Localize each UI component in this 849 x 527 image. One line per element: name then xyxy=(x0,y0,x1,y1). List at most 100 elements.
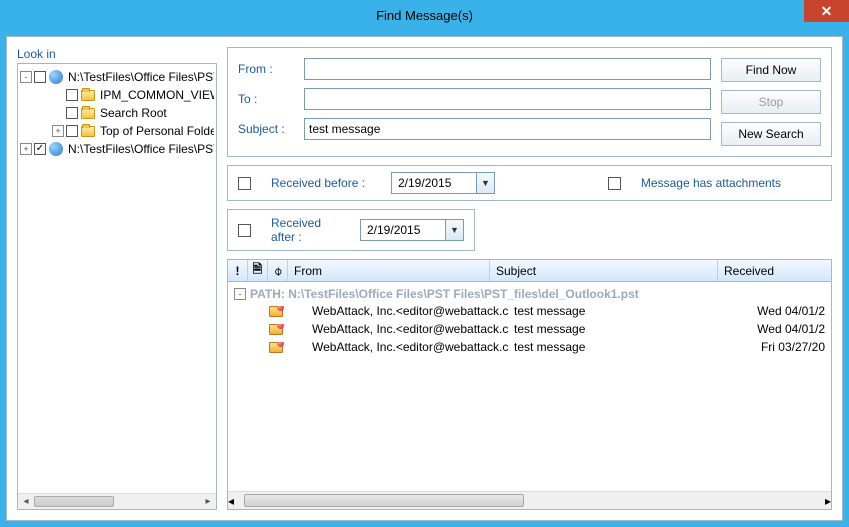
col-subject[interactable]: Subject xyxy=(490,260,718,281)
results-path-row[interactable]: - PATH: N:\TestFiles\Office Files\PST Fi… xyxy=(228,282,831,302)
expand-icon[interactable]: + xyxy=(20,143,32,155)
mail-icon xyxy=(269,306,283,317)
look-in-label: Look in xyxy=(17,47,217,61)
subject-input[interactable] xyxy=(304,118,711,140)
type-cell xyxy=(266,306,286,317)
titlebar: Find Message(s) ✕ xyxy=(0,0,849,30)
window-title: Find Message(s) xyxy=(0,8,849,23)
results-hscrollbar[interactable]: ◂ ▸ xyxy=(228,491,831,509)
scroll-right-icon[interactable]: ▸ xyxy=(200,494,216,510)
collapse-icon[interactable]: - xyxy=(20,71,32,83)
subject-cell: test message xyxy=(508,322,736,336)
result-row[interactable]: WebAttack, Inc.<editor@webattack.c... te… xyxy=(228,338,831,356)
received-cell: Wed 04/01/2 xyxy=(736,304,831,318)
from-cell: WebAttack, Inc.<editor@webattack.c... xyxy=(306,340,508,354)
tree-node[interactable]: Search Root xyxy=(20,104,214,122)
received-after-group: Received after : 2/19/2015 ▼ xyxy=(227,209,475,251)
results-header[interactable]: ! 🗎 ⌀ From Subject Received xyxy=(228,260,831,282)
scroll-thumb[interactable] xyxy=(34,496,114,507)
to-input[interactable] xyxy=(304,88,711,110)
scroll-track[interactable] xyxy=(236,492,823,509)
tree-checkbox[interactable] xyxy=(66,89,78,101)
tree-hscrollbar[interactable]: ◂ ▸ xyxy=(18,493,216,509)
tree-node[interactable]: + N:\TestFiles\Office Files\PST xyxy=(20,140,214,158)
window-root: Find Message(s) ✕ Look in - N:\TestFiles… xyxy=(0,0,849,527)
stop-button[interactable]: Stop xyxy=(721,90,821,114)
tree-node-label: Search Root xyxy=(100,106,167,120)
from-cell: WebAttack, Inc.<editor@webattack.c... xyxy=(306,304,508,318)
col-received[interactable]: Received xyxy=(718,260,831,281)
received-after-checkbox[interactable] xyxy=(238,224,251,237)
attachments-checkbox[interactable] xyxy=(608,177,621,190)
search-criteria-group: From : To : Subject : Find Now Stop xyxy=(227,47,832,157)
tree-node-label: N:\TestFiles\Office Files\PST xyxy=(68,70,214,84)
tree-node-label: IPM_COMMON_VIEWS xyxy=(100,88,214,102)
col-attachment-icon[interactable]: ⌀ xyxy=(268,260,288,281)
pst-icon xyxy=(48,142,64,156)
tree-checkbox[interactable] xyxy=(34,143,46,155)
search-fields: From : To : Subject : xyxy=(238,58,711,146)
expand-icon[interactable]: + xyxy=(52,125,64,137)
search-buttons: Find Now Stop New Search xyxy=(721,58,821,146)
result-row[interactable]: WebAttack, Inc.<editor@webattack.c... te… xyxy=(228,320,831,338)
from-label: From : xyxy=(238,62,298,76)
from-row: From : xyxy=(238,58,711,80)
received-before-datepicker[interactable]: 2/19/2015 ▼ xyxy=(391,172,495,194)
tree-checkbox[interactable] xyxy=(34,71,46,83)
close-button[interactable]: ✕ xyxy=(804,0,849,22)
col-type-icon[interactable]: 🗎 xyxy=(248,260,268,281)
mail-icon xyxy=(269,324,283,335)
results-path-label: PATH: N:\TestFiles\Office Files\PST File… xyxy=(250,287,639,301)
attachments-label: Message has attachments xyxy=(641,176,781,190)
subject-cell: test message xyxy=(508,304,736,318)
folder-icon xyxy=(80,106,96,120)
tree-checkbox[interactable] xyxy=(66,107,78,119)
tree-node-label: Top of Personal Folders xyxy=(100,124,214,138)
mail-icon xyxy=(269,342,283,353)
results-panel: ! 🗎 ⌀ From Subject Received - PATH: N:\T… xyxy=(227,259,832,510)
tree-container: - N:\TestFiles\Office Files\PST IPM_COMM… xyxy=(17,63,217,510)
tree-node-label: N:\TestFiles\Office Files\PST xyxy=(68,142,214,156)
folder-tree[interactable]: - N:\TestFiles\Office Files\PST IPM_COMM… xyxy=(18,64,216,493)
received-after-value: 2/19/2015 xyxy=(361,223,445,237)
pst-icon xyxy=(48,70,64,84)
collapse-icon[interactable]: - xyxy=(234,288,246,300)
received-before-group: Received before : 2/19/2015 ▼ Message ha… xyxy=(227,165,832,201)
received-after-label: Received after : xyxy=(271,216,340,244)
scroll-thumb[interactable] xyxy=(244,494,524,507)
expand-spacer xyxy=(52,107,64,119)
scroll-left-icon[interactable]: ◂ xyxy=(228,494,234,508)
folder-icon xyxy=(80,88,96,102)
content-area: Look in - N:\TestFiles\Office Files\PST xyxy=(6,36,843,521)
col-priority[interactable]: ! xyxy=(228,260,248,281)
scroll-left-icon[interactable]: ◂ xyxy=(18,494,34,510)
tree-node[interactable]: + Top of Personal Folders xyxy=(20,122,214,140)
new-search-button[interactable]: New Search xyxy=(721,122,821,146)
to-label: To : xyxy=(238,92,298,106)
tree-node[interactable]: - N:\TestFiles\Office Files\PST xyxy=(20,68,214,86)
scroll-track[interactable] xyxy=(34,494,200,509)
folder-icon xyxy=(80,124,96,138)
type-cell xyxy=(266,342,286,353)
right-panel: From : To : Subject : Find Now Stop xyxy=(227,47,832,510)
dropdown-icon[interactable]: ▼ xyxy=(445,220,463,240)
received-before-value: 2/19/2015 xyxy=(392,176,476,190)
subject-row: Subject : xyxy=(238,118,711,140)
left-panel: Look in - N:\TestFiles\Office Files\PST xyxy=(17,47,217,510)
result-row[interactable]: WebAttack, Inc.<editor@webattack.c... te… xyxy=(228,302,831,320)
find-now-button[interactable]: Find Now xyxy=(721,58,821,82)
results-body[interactable]: - PATH: N:\TestFiles\Office Files\PST Fi… xyxy=(228,282,831,491)
scroll-right-icon[interactable]: ▸ xyxy=(825,494,831,508)
dropdown-icon[interactable]: ▼ xyxy=(476,173,494,193)
page-icon: 🗎 xyxy=(253,260,263,281)
to-row: To : xyxy=(238,88,711,110)
subject-cell: test message xyxy=(508,340,736,354)
tree-node[interactable]: IPM_COMMON_VIEWS xyxy=(20,86,214,104)
received-before-checkbox[interactable] xyxy=(238,177,251,190)
expand-spacer xyxy=(52,89,64,101)
from-input[interactable] xyxy=(304,58,711,80)
col-from[interactable]: From xyxy=(288,260,490,281)
received-before-label: Received before : xyxy=(271,176,371,190)
received-after-datepicker[interactable]: 2/19/2015 ▼ xyxy=(360,219,464,241)
tree-checkbox[interactable] xyxy=(66,125,78,137)
